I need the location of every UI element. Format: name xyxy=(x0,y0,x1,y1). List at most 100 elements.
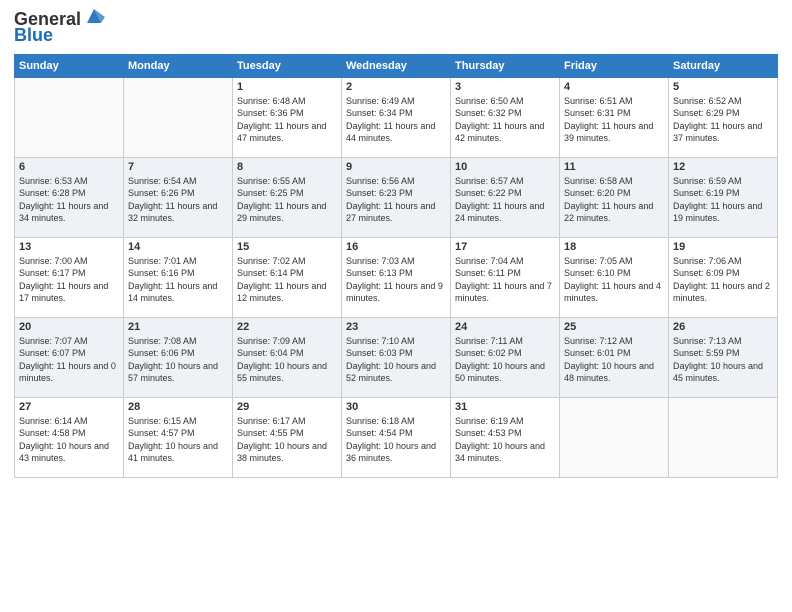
day-info: Sunrise: 6:59 AMSunset: 6:19 PMDaylight:… xyxy=(673,175,773,225)
calendar-cell: 22Sunrise: 7:09 AMSunset: 6:04 PMDayligh… xyxy=(233,317,342,397)
day-number: 10 xyxy=(455,161,555,173)
calendar-cell: 25 Sunrise: 7:12 AMSunset: 6:01 PMDayligh… xyxy=(560,317,669,397)
calendar-cell: 28 Sunrise: 6:15 AMSunset: 4:57 PMDayligh… xyxy=(124,397,233,477)
weekday-header: Thursday xyxy=(451,54,560,77)
day-number: 12 xyxy=(673,161,773,173)
weekday-header: Wednesday xyxy=(342,54,451,77)
calendar-week-row: 6 Sunrise: 6:53 AMSunset: 6:28 PMDaylight… xyxy=(15,157,778,237)
calendar-cell: 4 Sunrise: 6:51 AMSunset: 6:31 PMDaylight… xyxy=(560,77,669,157)
day-info: Sunrise: 7:13 AMSunset: 5:59 PMDaylight:… xyxy=(673,335,773,385)
calendar-cell xyxy=(15,77,124,157)
calendar-cell: 8 Sunrise: 6:55 AMSunset: 6:25 PMDaylight… xyxy=(233,157,342,237)
calendar-cell: 1 Sunrise: 6:48 AMSunset: 6:36 PMDaylight… xyxy=(233,77,342,157)
logo: General Blue xyxy=(14,10,105,46)
day-number: 22 xyxy=(237,321,337,333)
day-number: 27 xyxy=(19,401,119,413)
day-info: Sunrise: 6:55 AMSunset: 6:25 PMDaylight:… xyxy=(237,175,337,225)
calendar-cell: 14 Sunrise: 7:01 AMSunset: 6:16 PMDayligh… xyxy=(124,237,233,317)
day-number: 9 xyxy=(346,161,446,173)
day-number: 30 xyxy=(346,401,446,413)
day-info: Sunrise: 6:56 AMSunset: 6:23 PMDaylight:… xyxy=(346,175,446,225)
weekday-header: Sunday xyxy=(15,54,124,77)
calendar-cell: 21 Sunrise: 7:08 AMSunset: 6:06 PMDayligh… xyxy=(124,317,233,397)
calendar-table: SundayMondayTuesdayWednesdayThursdayFrid… xyxy=(14,54,778,478)
day-info: Sunrise: 6:17 AMSunset: 4:55 PMDaylight:… xyxy=(237,415,337,465)
calendar-cell: 20 Sunrise: 7:07 AMSunset: 6:07 PMDayligh… xyxy=(15,317,124,397)
day-info: Sunrise: 7:08 AMSunset: 6:06 PMDaylight:… xyxy=(128,335,228,385)
day-info: Sunrise: 6:50 AMSunset: 6:32 PMDaylight:… xyxy=(455,95,555,145)
day-info: Sunrise: 7:12 AMSunset: 6:01 PMDaylight:… xyxy=(564,335,664,385)
calendar-cell: 23Sunrise: 7:10 AMSunset: 6:03 PMDayligh… xyxy=(342,317,451,397)
day-number: 4 xyxy=(564,81,664,93)
calendar-cell: 11 Sunrise: 6:58 AMSunset: 6:20 PMDayligh… xyxy=(560,157,669,237)
day-info: Sunrise: 7:06 AMSunset: 6:09 PMDaylight:… xyxy=(673,255,773,305)
day-number: 25 xyxy=(564,321,664,333)
day-number: 1 xyxy=(237,81,337,93)
day-info: Sunrise: 6:52 AMSunset: 6:29 PMDaylight:… xyxy=(673,95,773,145)
calendar-cell xyxy=(560,397,669,477)
day-info: Sunrise: 6:48 AMSunset: 6:36 PMDaylight:… xyxy=(237,95,337,145)
day-number: 14 xyxy=(128,241,228,253)
calendar-cell: 12 Sunrise: 6:59 AMSunset: 6:19 PMDayligh… xyxy=(669,157,778,237)
calendar-cell: 17 Sunrise: 7:04 AMSunset: 6:11 PMDayligh… xyxy=(451,237,560,317)
day-number: 28 xyxy=(128,401,228,413)
day-info: Sunrise: 6:15 AMSunset: 4:57 PMDaylight:… xyxy=(128,415,228,465)
weekday-header: Tuesday xyxy=(233,54,342,77)
day-number: 21 xyxy=(128,321,228,333)
calendar-cell: 19Sunrise: 7:06 AMSunset: 6:09 PMDayligh… xyxy=(669,237,778,317)
day-info: Sunrise: 6:58 AMSunset: 6:20 PMDaylight:… xyxy=(564,175,664,225)
day-number: 7 xyxy=(128,161,228,173)
logo-icon xyxy=(83,5,105,27)
calendar-week-row: 20 Sunrise: 7:07 AMSunset: 6:07 PMDayligh… xyxy=(15,317,778,397)
calendar-cell: 16Sunrise: 7:03 AMSunset: 6:13 PMDayligh… xyxy=(342,237,451,317)
day-info: Sunrise: 7:04 AMSunset: 6:11 PMDaylight:… xyxy=(455,255,555,305)
calendar-cell: 26 Sunrise: 7:13 AMSunset: 5:59 PMDayligh… xyxy=(669,317,778,397)
calendar-week-row: 13Sunrise: 7:00 AMSunset: 6:17 PMDayligh… xyxy=(15,237,778,317)
day-number: 20 xyxy=(19,321,119,333)
day-info: Sunrise: 6:51 AMSunset: 6:31 PMDaylight:… xyxy=(564,95,664,145)
day-number: 15 xyxy=(237,241,337,253)
day-info: Sunrise: 7:07 AMSunset: 6:07 PMDaylight:… xyxy=(19,335,119,385)
day-info: Sunrise: 6:54 AMSunset: 6:26 PMDaylight:… xyxy=(128,175,228,225)
calendar-cell: 15 Sunrise: 7:02 AMSunset: 6:14 PMDayligh… xyxy=(233,237,342,317)
calendar-week-row: 27 Sunrise: 6:14 AMSunset: 4:58 PMDayligh… xyxy=(15,397,778,477)
day-number: 23 xyxy=(346,321,446,333)
calendar-cell: 7 Sunrise: 6:54 AMSunset: 6:26 PMDaylight… xyxy=(124,157,233,237)
day-info: Sunrise: 7:01 AMSunset: 6:16 PMDaylight:… xyxy=(128,255,228,305)
calendar-cell: 9 Sunrise: 6:56 AMSunset: 6:23 PMDaylight… xyxy=(342,157,451,237)
day-info: Sunrise: 6:18 AMSunset: 4:54 PMDaylight:… xyxy=(346,415,446,465)
day-number: 11 xyxy=(564,161,664,173)
calendar-cell: 29 Sunrise: 6:17 AMSunset: 4:55 PMDayligh… xyxy=(233,397,342,477)
day-info: Sunrise: 7:11 AMSunset: 6:02 PMDaylight:… xyxy=(455,335,555,385)
day-info: Sunrise: 6:57 AMSunset: 6:22 PMDaylight:… xyxy=(455,175,555,225)
day-info: Sunrise: 6:53 AMSunset: 6:28 PMDaylight:… xyxy=(19,175,119,225)
day-info: Sunrise: 6:49 AMSunset: 6:34 PMDaylight:… xyxy=(346,95,446,145)
day-number: 3 xyxy=(455,81,555,93)
page: General Blue SundayMondayTuesdayWednesda… xyxy=(0,0,792,612)
calendar-cell: 27 Sunrise: 6:14 AMSunset: 4:58 PMDayligh… xyxy=(15,397,124,477)
day-number: 31 xyxy=(455,401,555,413)
calendar-cell: 30 Sunrise: 6:18 AMSunset: 4:54 PMDayligh… xyxy=(342,397,451,477)
calendar-cell: 2Sunrise: 6:49 AMSunset: 6:34 PMDaylight… xyxy=(342,77,451,157)
day-number: 24 xyxy=(455,321,555,333)
day-number: 26 xyxy=(673,321,773,333)
calendar-cell: 31Sunrise: 6:19 AMSunset: 4:53 PMDayligh… xyxy=(451,397,560,477)
calendar-cell: 18Sunrise: 7:05 AMSunset: 6:10 PMDayligh… xyxy=(560,237,669,317)
calendar-cell: 10 Sunrise: 6:57 AMSunset: 6:22 PMDayligh… xyxy=(451,157,560,237)
weekday-header: Friday xyxy=(560,54,669,77)
calendar-cell: 6 Sunrise: 6:53 AMSunset: 6:28 PMDaylight… xyxy=(15,157,124,237)
day-info: Sunrise: 6:14 AMSunset: 4:58 PMDaylight:… xyxy=(19,415,119,465)
day-number: 16 xyxy=(346,241,446,253)
calendar-cell xyxy=(124,77,233,157)
weekday-header: Saturday xyxy=(669,54,778,77)
day-number: 29 xyxy=(237,401,337,413)
day-number: 5 xyxy=(673,81,773,93)
day-number: 8 xyxy=(237,161,337,173)
calendar-cell xyxy=(669,397,778,477)
day-info: Sunrise: 7:02 AMSunset: 6:14 PMDaylight:… xyxy=(237,255,337,305)
calendar-cell: 5 Sunrise: 6:52 AMSunset: 6:29 PMDaylight… xyxy=(669,77,778,157)
calendar-cell: 3 Sunrise: 6:50 AMSunset: 6:32 PMDaylight… xyxy=(451,77,560,157)
calendar-week-row: 1 Sunrise: 6:48 AMSunset: 6:36 PMDaylight… xyxy=(15,77,778,157)
day-number: 6 xyxy=(19,161,119,173)
day-number: 17 xyxy=(455,241,555,253)
